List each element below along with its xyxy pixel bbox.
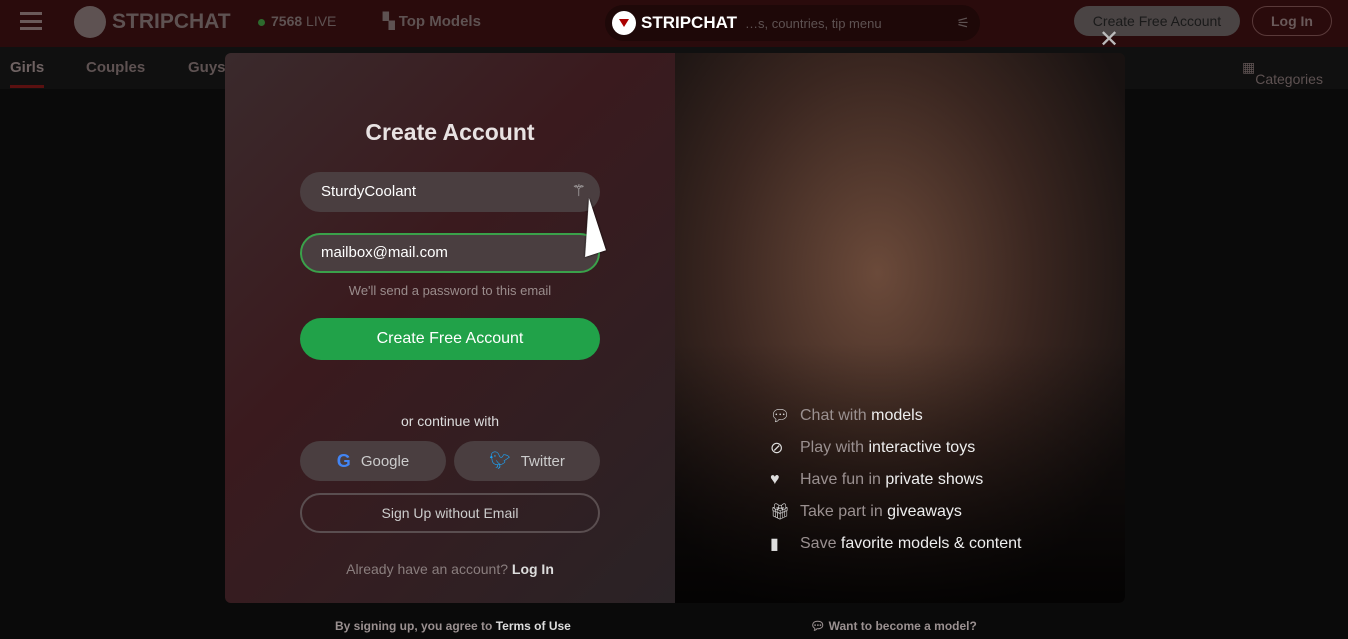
modal-logo-text: STRIPCHAT	[641, 13, 738, 32]
feature-item: ▮ Save favorite models & content	[770, 528, 1021, 560]
terms-prefix: By signing up, you agree to	[335, 619, 493, 633]
become-model-link[interactable]: 💬︎ Want to become a model?	[810, 619, 977, 633]
modal-title: Create Account	[365, 119, 535, 145]
or-continue-label: or continue with	[400, 413, 500, 429]
promo-image: 💬︎ Chat with models ⊘ Play with interactiv…	[675, 53, 1125, 603]
feature-item: 🎁︎ Take part in giveaways	[770, 496, 1021, 528]
tab-girls[interactable]: Girls	[10, 59, 45, 88]
tab-guys[interactable]: Guys	[188, 59, 226, 76]
signup-form: Create Account SturdyCoolant ⚚ mailbox@ma…	[225, 53, 675, 603]
filter-icon[interactable]: ⚟	[957, 14, 970, 32]
email-hint: We'll send a password to this email	[348, 283, 552, 298]
feature-highlight: models	[871, 407, 923, 424]
terms-notice: By signing up, you agree to Terms of Use	[335, 619, 571, 633]
feature-list: 💬︎ Chat with models ⊘ Play with interactiv…	[770, 400, 1021, 560]
signup-modal: Create Account SturdyCoolant ⚚ mailbox@ma…	[225, 53, 1125, 603]
live-number: 7568	[271, 13, 303, 29]
tab-couples[interactable]: Couples	[86, 59, 145, 76]
feature-highlight: favorite models & content	[840, 535, 1022, 552]
create-free-account-button[interactable]: Create Free Account	[300, 318, 600, 360]
menu-icon[interactable]	[20, 12, 42, 30]
toy-icon: ⊘	[770, 440, 784, 457]
chat-logo-icon: 💬︎	[810, 619, 826, 633]
feature-text: Play with	[800, 439, 865, 456]
google-label: Google	[360, 452, 410, 470]
username-field[interactable]: SturdyCoolant ⚚	[300, 172, 600, 212]
already-have-account: Already have an account? Log In	[225, 561, 675, 577]
feature-text: Have fun in	[800, 471, 881, 488]
top-models-link[interactable]: ▚ Top Models	[383, 12, 481, 30]
feature-text: Save	[800, 535, 837, 552]
live-count[interactable]: 7568 LIVE	[258, 13, 336, 29]
twitter-label: Twitter	[520, 452, 565, 470]
live-label: LIVE	[306, 13, 337, 29]
feature-highlight: giveaways	[887, 503, 962, 520]
feature-text: Chat with	[800, 407, 867, 424]
heart-icon: ♥	[770, 471, 780, 488]
google-button[interactable]: G Google	[300, 441, 446, 481]
username-value: SturdyCoolant	[321, 183, 417, 200]
bookmark-icon: ▮	[770, 536, 779, 553]
feature-text: Take part in	[800, 503, 883, 520]
modal-logo: STRIPCHAT	[612, 11, 737, 35]
feature-item: 💬︎ Chat with models	[770, 400, 1021, 432]
login-button[interactable]: Log In	[1252, 6, 1332, 36]
search-placeholder: …s, countries, tip menu	[745, 16, 882, 31]
email-value: mailbox@mail.com	[321, 244, 448, 261]
site-logo[interactable]: STRIPCHAT	[74, 6, 231, 38]
signup-without-email-button[interactable]: Sign Up without Email	[300, 493, 600, 533]
close-icon[interactable]: ✕	[1099, 25, 1119, 54]
logo-text: STRIPCHAT	[112, 10, 231, 33]
twitter-button[interactable]: 🐦︎ Twitter	[454, 441, 600, 481]
logo-icon	[612, 11, 636, 35]
feature-highlight: private shows	[885, 471, 984, 488]
magic-wand-icon[interactable]: ⚚	[572, 181, 586, 201]
gift-icon: 🎁︎	[770, 504, 791, 521]
categories-label: Categories	[1255, 71, 1323, 87]
terms-link[interactable]: Terms of Use	[496, 619, 571, 633]
feature-item: ♥ Have fun in private shows	[770, 464, 1021, 496]
already-text: Already have an account?	[346, 561, 508, 577]
feature-item: ⊘ Play with interactive toys	[770, 432, 1021, 464]
categories-button[interactable]: ▦ Categories	[1242, 59, 1323, 87]
twitter-icon: 🐦︎	[489, 451, 511, 470]
modal-login-link[interactable]: Log In	[512, 561, 554, 577]
become-model-label: Want to become a model?	[828, 619, 977, 633]
google-icon: G	[336, 450, 351, 471]
email-field[interactable]: mailbox@mail.com	[300, 233, 600, 273]
feature-highlight: interactive toys	[868, 439, 976, 456]
top-models-label: Top Models	[398, 13, 481, 30]
chat-icon: 💬︎	[770, 408, 791, 425]
